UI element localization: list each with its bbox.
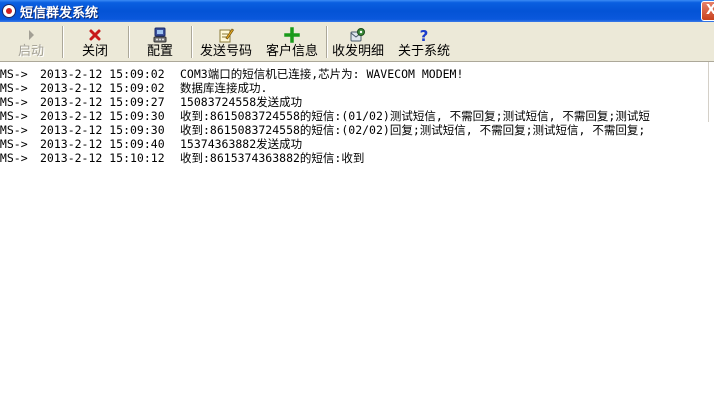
- customer-info-button-label: 客户信息: [265, 44, 318, 59]
- pencil-note-icon: [218, 27, 234, 43]
- log-time: 2013-2-12 15:10:12: [40, 151, 165, 165]
- toolbar-separator: [191, 26, 193, 58]
- send-receive-detail-button[interactable]: 收发明细: [329, 24, 387, 60]
- close-button-label: 关闭: [81, 44, 108, 59]
- log-message: 15374363882发送成功: [180, 137, 303, 151]
- config-button[interactable]: 配置: [132, 24, 188, 60]
- log-time: 2013-2-12 15:09:40: [40, 137, 165, 151]
- log-time: 2013-2-12 15:09:02: [40, 67, 165, 81]
- question-mark-icon: ?: [416, 27, 432, 43]
- app-icon: [2, 4, 16, 18]
- log-source: SMS->: [0, 81, 28, 95]
- green-plus-icon: [284, 27, 300, 43]
- log-message: 收到:8615083724558的短信:(02/02)回复;测试短信, 不需回复…: [180, 123, 646, 137]
- about-button[interactable]: ? 关于系统: [393, 24, 455, 60]
- log-divider: [708, 62, 709, 122]
- log-message: 15083724558发送成功: [180, 95, 303, 109]
- toolbar: 启动 关闭 配置 发送号码 客户信息 收发明细 ? 关于系统: [0, 22, 714, 62]
- send-number-button[interactable]: 发送号码: [195, 24, 257, 60]
- log-message: 收到:8615083724558的短信:(01/02)测试短信, 不需回复;测试…: [180, 109, 650, 123]
- window-title: 短信群发系统: [20, 5, 99, 21]
- toolbar-separator: [326, 26, 328, 58]
- start-button[interactable]: 启动: [2, 24, 60, 60]
- message-log[interactable]: SMS-> 2013-2-12 15:09:02 COM3端口的短信机已连接,芯…: [0, 62, 714, 404]
- start-button-label: 启动: [17, 44, 44, 59]
- log-message: 收到:8615374363882的短信:收到: [180, 151, 365, 165]
- svg-text:?: ?: [420, 27, 429, 43]
- log-time: 2013-2-12 15:09:02: [40, 81, 165, 95]
- config-button-label: 配置: [146, 44, 173, 59]
- send-number-button-label: 发送号码: [199, 44, 252, 59]
- title-bar[interactable]: 短信群发系统 X: [0, 0, 714, 22]
- log-source: SMS->: [0, 95, 28, 109]
- close-button[interactable]: 关闭: [64, 24, 126, 60]
- log-source: SMS->: [0, 67, 28, 81]
- log-time: 2013-2-12 15:09:30: [40, 109, 165, 123]
- log-time: 2013-2-12 15:09:27: [40, 95, 165, 109]
- log-source: SMS->: [0, 123, 28, 137]
- message-gear-icon: [350, 27, 366, 43]
- log-source: SMS->: [0, 151, 28, 165]
- log-source: SMS->: [0, 137, 28, 151]
- log-message: COM3端口的短信机已连接,芯片为: WAVECOM MODEM!: [180, 67, 464, 81]
- log-message: 数据库连接成功.: [180, 81, 268, 95]
- play-arrow-icon: [23, 27, 39, 43]
- about-button-label: 关于系统: [397, 44, 450, 59]
- log-time: 2013-2-12 15:09:30: [40, 123, 165, 137]
- send-receive-detail-button-label: 收发明细: [331, 44, 384, 59]
- config-device-icon: [152, 27, 168, 43]
- toolbar-separator: [128, 26, 130, 58]
- red-x-icon: [87, 27, 103, 43]
- window-close-button[interactable]: X: [701, 1, 714, 21]
- customer-info-button[interactable]: 客户信息: [261, 24, 323, 60]
- log-source: SMS->: [0, 109, 28, 123]
